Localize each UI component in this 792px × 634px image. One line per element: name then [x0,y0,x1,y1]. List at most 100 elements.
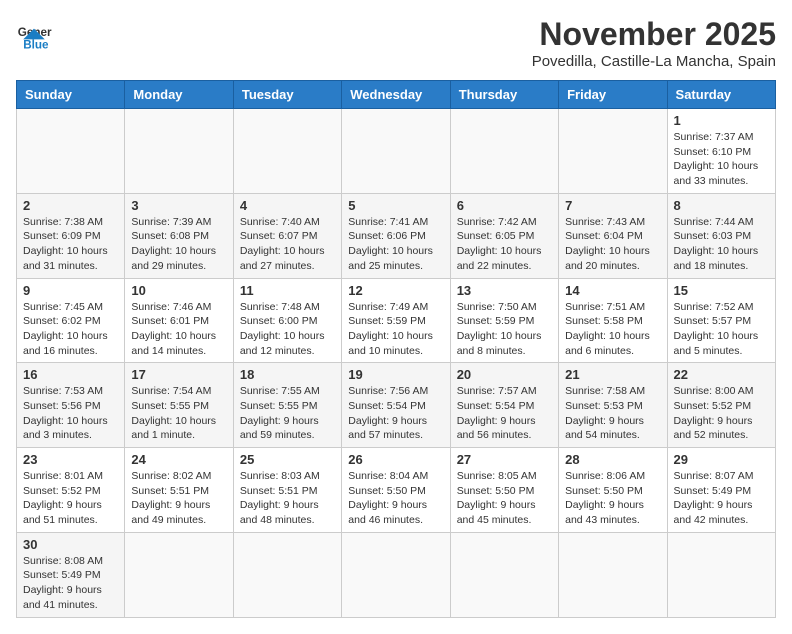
calendar-cell: 6 Sunrise: 7:42 AM Sunset: 6:05 PM Daylig… [450,193,558,278]
day-info: Sunrise: 8:02 AM Sunset: 5:51 PM Dayligh… [131,469,226,528]
day-number: 16 [23,367,118,382]
day-number: 22 [674,367,769,382]
day-info: Sunrise: 8:05 AM Sunset: 5:50 PM Dayligh… [457,469,552,528]
day-number: 26 [348,452,443,467]
calendar-cell: 25 Sunrise: 8:03 AM Sunset: 5:51 PM Dayli… [233,448,341,533]
location-subtitle: Povedilla, Castille-La Mancha, Spain [532,53,776,70]
day-info: Sunrise: 7:38 AM Sunset: 6:09 PM Dayligh… [23,215,118,274]
day-info: Sunrise: 7:37 AM Sunset: 6:10 PM Dayligh… [674,130,769,189]
calendar-cell: 28Sunrise: 8:06 AM Sunset: 5:50 PM Dayli… [559,448,667,533]
day-info: Sunrise: 7:51 AM Sunset: 5:58 PM Dayligh… [565,300,660,359]
week-row-2: 2 Sunrise: 7:38 AM Sunset: 6:09 PM Daylig… [17,193,776,278]
calendar-cell: 24 Sunrise: 8:02 AM Sunset: 5:51 PM Dayli… [125,448,233,533]
day-number: 11 [240,283,335,298]
week-row-6: 30 Sunrise: 8:08 AM Sunset: 5:49 PM Dayli… [17,532,776,617]
calendar-cell: 7 Sunrise: 7:43 AM Sunset: 6:04 PM Daylig… [559,193,667,278]
weekday-header-tuesday: Tuesday [233,81,341,109]
weekday-header-row: SundayMondayTuesdayWednesdayThursdayFrid… [17,81,776,109]
day-number: 19 [348,367,443,382]
week-row-3: 9 Sunrise: 7:45 AM Sunset: 6:02 PM Daylig… [17,278,776,363]
weekday-header-wednesday: Wednesday [342,81,450,109]
calendar-cell: 2 Sunrise: 7:38 AM Sunset: 6:09 PM Daylig… [17,193,125,278]
day-number: 13 [457,283,552,298]
calendar-cell: 10Sunrise: 7:46 AM Sunset: 6:01 PM Dayli… [125,278,233,363]
day-info: Sunrise: 7:43 AM Sunset: 6:04 PM Dayligh… [565,215,660,274]
day-info: Sunrise: 8:07 AM Sunset: 5:49 PM Dayligh… [674,469,769,528]
day-info: Sunrise: 8:04 AM Sunset: 5:50 PM Dayligh… [348,469,443,528]
calendar-cell: 20Sunrise: 7:57 AM Sunset: 5:54 PM Dayli… [450,363,558,448]
day-number: 6 [457,198,552,213]
calendar-cell [450,532,558,617]
day-number: 27 [457,452,552,467]
calendar-cell: 12 Sunrise: 7:49 AM Sunset: 5:59 PM Dayli… [342,278,450,363]
day-number: 2 [23,198,118,213]
day-info: Sunrise: 7:45 AM Sunset: 6:02 PM Dayligh… [23,300,118,359]
calendar-cell [233,109,341,194]
calendar-cell: 9 Sunrise: 7:45 AM Sunset: 6:02 PM Daylig… [17,278,125,363]
calendar-cell: 26 Sunrise: 8:04 AM Sunset: 5:50 PM Dayli… [342,448,450,533]
calendar-cell [559,532,667,617]
calendar-cell [450,109,558,194]
day-number: 14 [565,283,660,298]
day-info: Sunrise: 7:53 AM Sunset: 5:56 PM Dayligh… [23,384,118,443]
day-info: Sunrise: 7:57 AM Sunset: 5:54 PM Dayligh… [457,384,552,443]
day-number: 7 [565,198,660,213]
week-row-4: 16 Sunrise: 7:53 AM Sunset: 5:56 PM Dayli… [17,363,776,448]
day-info: Sunrise: 7:42 AM Sunset: 6:05 PM Dayligh… [457,215,552,274]
calendar-cell: 30 Sunrise: 8:08 AM Sunset: 5:49 PM Dayli… [17,532,125,617]
day-number: 1 [674,113,769,128]
calendar-cell: 5 Sunrise: 7:41 AM Sunset: 6:06 PM Daylig… [342,193,450,278]
day-number: 24 [131,452,226,467]
day-info: Sunrise: 8:08 AM Sunset: 5:49 PM Dayligh… [23,554,118,613]
day-info: Sunrise: 7:40 AM Sunset: 6:07 PM Dayligh… [240,215,335,274]
svg-text:Blue: Blue [23,38,49,51]
day-info: Sunrise: 7:39 AM Sunset: 6:08 PM Dayligh… [131,215,226,274]
day-number: 17 [131,367,226,382]
day-info: Sunrise: 8:06 AM Sunset: 5:50 PM Dayligh… [565,469,660,528]
day-number: 23 [23,452,118,467]
day-info: Sunrise: 7:56 AM Sunset: 5:54 PM Dayligh… [348,384,443,443]
day-number: 4 [240,198,335,213]
calendar-cell: 29 Sunrise: 8:07 AM Sunset: 5:49 PM Dayli… [667,448,775,533]
calendar-cell: 22 Sunrise: 8:00 AM Sunset: 5:52 PM Dayli… [667,363,775,448]
calendar-cell [125,109,233,194]
day-info: Sunrise: 7:52 AM Sunset: 5:57 PM Dayligh… [674,300,769,359]
day-number: 30 [23,537,118,552]
calendar-cell [125,532,233,617]
day-number: 21 [565,367,660,382]
day-info: Sunrise: 8:00 AM Sunset: 5:52 PM Dayligh… [674,384,769,443]
day-number: 25 [240,452,335,467]
calendar-cell: 4 Sunrise: 7:40 AM Sunset: 6:07 PM Daylig… [233,193,341,278]
calendar-cell: 27 Sunrise: 8:05 AM Sunset: 5:50 PM Dayli… [450,448,558,533]
calendar-cell [17,109,125,194]
weekday-header-saturday: Saturday [667,81,775,109]
title-area: November 2025 Povedilla, Castille-La Man… [532,16,776,70]
day-number: 8 [674,198,769,213]
day-info: Sunrise: 7:49 AM Sunset: 5:59 PM Dayligh… [348,300,443,359]
calendar-cell: 21Sunrise: 7:58 AM Sunset: 5:53 PM Dayli… [559,363,667,448]
week-row-1: 1 Sunrise: 7:37 AM Sunset: 6:10 PM Daylig… [17,109,776,194]
weekday-header-monday: Monday [125,81,233,109]
calendar-cell: 14 Sunrise: 7:51 AM Sunset: 5:58 PM Dayli… [559,278,667,363]
day-info: Sunrise: 7:41 AM Sunset: 6:06 PM Dayligh… [348,215,443,274]
logo-icon: General Blue [16,16,52,52]
weekday-header-thursday: Thursday [450,81,558,109]
weekday-header-friday: Friday [559,81,667,109]
calendar-cell [233,532,341,617]
calendar-cell: 15 Sunrise: 7:52 AM Sunset: 5:57 PM Dayli… [667,278,775,363]
day-info: Sunrise: 7:48 AM Sunset: 6:00 PM Dayligh… [240,300,335,359]
calendar-cell [342,532,450,617]
day-number: 9 [23,283,118,298]
calendar-cell [667,532,775,617]
day-number: 15 [674,283,769,298]
calendar-cell: 11 Sunrise: 7:48 AM Sunset: 6:00 PM Dayli… [233,278,341,363]
day-number: 29 [674,452,769,467]
day-number: 12 [348,283,443,298]
day-info: Sunrise: 8:03 AM Sunset: 5:51 PM Dayligh… [240,469,335,528]
calendar-cell [559,109,667,194]
day-number: 5 [348,198,443,213]
day-info: Sunrise: 7:50 AM Sunset: 5:59 PM Dayligh… [457,300,552,359]
day-number: 3 [131,198,226,213]
calendar-cell: 18Sunrise: 7:55 AM Sunset: 5:55 PM Dayli… [233,363,341,448]
calendar-cell: 17Sunrise: 7:54 AM Sunset: 5:55 PM Dayli… [125,363,233,448]
